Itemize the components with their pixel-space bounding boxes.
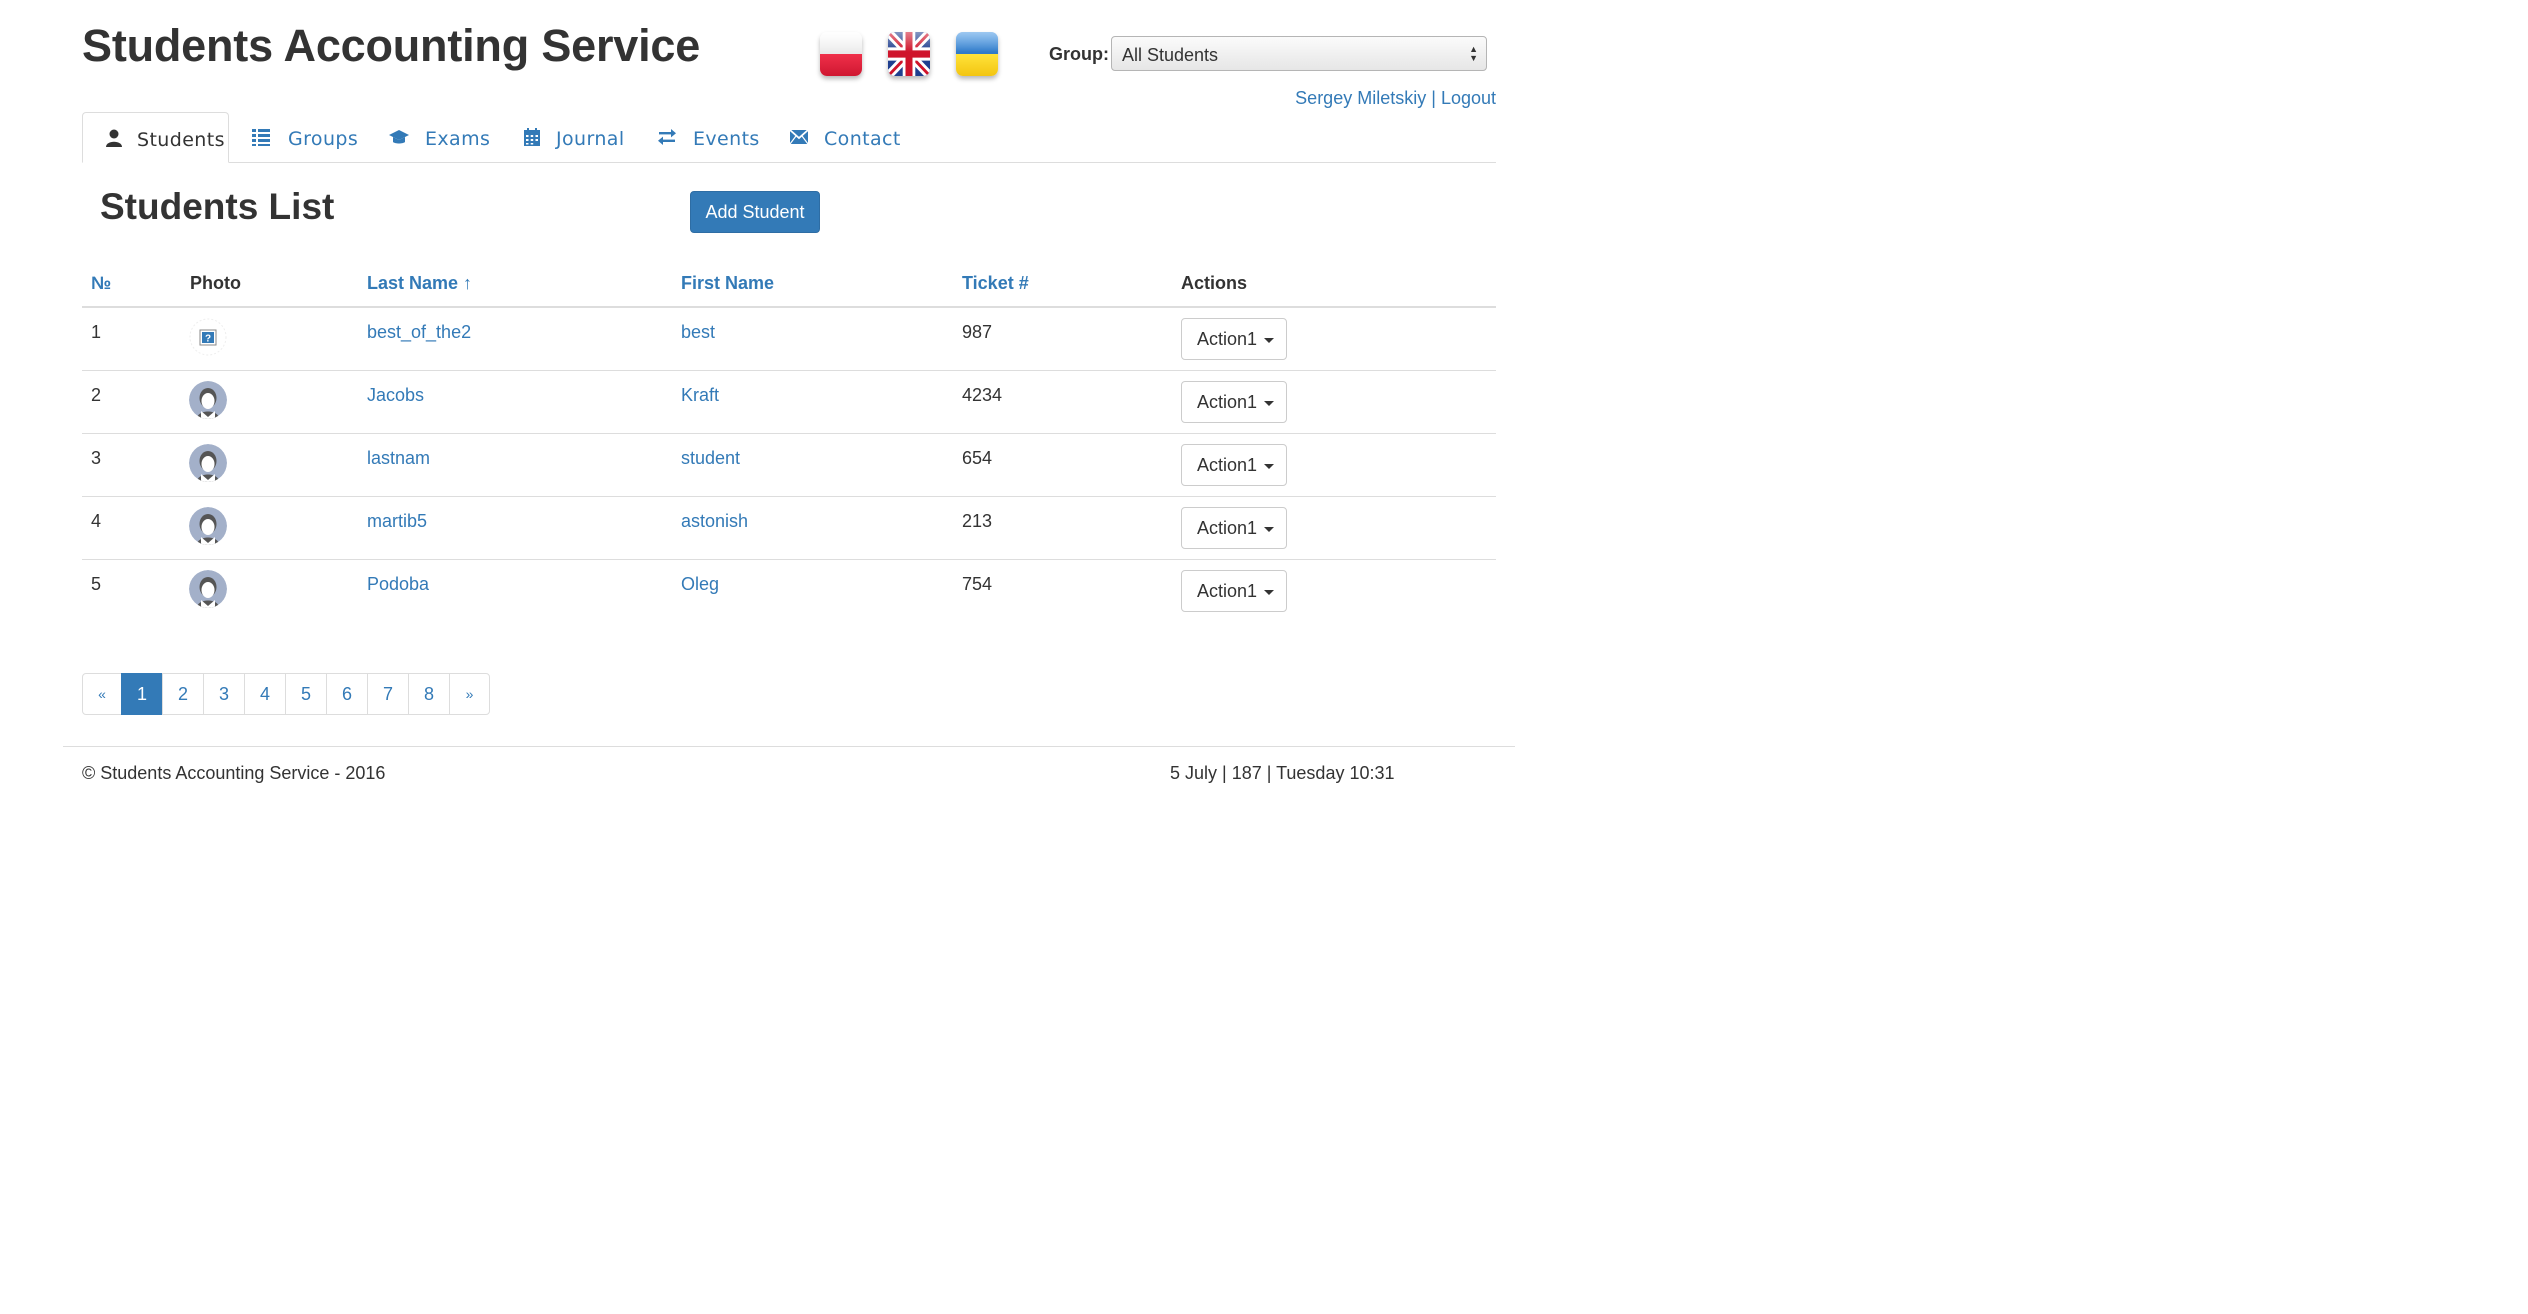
- last-name-link[interactable]: Jacobs: [367, 385, 424, 406]
- action-dropdown-button[interactable]: Action1: [1181, 444, 1287, 486]
- page-button-2[interactable]: 2: [162, 673, 204, 715]
- list-icon: [252, 129, 270, 146]
- column-header-first-name[interactable]: First Name: [681, 273, 774, 294]
- caret-down-icon: [1264, 337, 1275, 343]
- tab-label: Journal: [556, 128, 625, 150]
- transfer-icon: [658, 129, 676, 145]
- group-select[interactable]: All Students ▲ ▼: [1111, 36, 1487, 71]
- first-name-link[interactable]: astonish: [681, 511, 748, 532]
- caret-down-icon: [1264, 589, 1275, 595]
- table-row: 1 ? best_of_the2 best 987 Action1: [82, 308, 1496, 371]
- column-header-actions: Actions: [1181, 273, 1248, 293]
- first-name-link[interactable]: student: [681, 448, 740, 469]
- page-title: Students List: [100, 186, 335, 227]
- caret-down-icon: [1264, 400, 1275, 406]
- action-dropdown-button[interactable]: Action1: [1181, 570, 1287, 612]
- ticket-number: 754: [962, 574, 993, 594]
- first-name-link[interactable]: Kraft: [681, 385, 719, 406]
- user-icon: [106, 129, 122, 147]
- flag-uk-icon[interactable]: [888, 32, 930, 76]
- app-title: Students Accounting Service: [82, 20, 701, 71]
- row-number: 1: [91, 322, 102, 342]
- select-arrows-icon: ▲ ▼: [1469, 44, 1478, 63]
- tab-label: Events: [693, 128, 760, 150]
- row-number: 4: [91, 511, 102, 531]
- action-dropdown-button[interactable]: Action1: [1181, 318, 1287, 360]
- action-label: Action1: [1197, 329, 1258, 349]
- ticket-number: 213: [962, 511, 993, 531]
- table-row: 2 Jacobs Kraft 4234 Action1: [82, 371, 1496, 434]
- footer-divider: [63, 746, 1515, 747]
- default-avatar-icon[interactable]: [189, 444, 227, 482]
- tab-label: Students: [137, 129, 225, 151]
- table-row: 4 martib5 astonish 213 Action1: [82, 497, 1496, 560]
- page-next-button[interactable]: »: [449, 673, 490, 715]
- action-label: Action1: [1197, 392, 1258, 412]
- tab-label: Exams: [425, 128, 491, 150]
- tab-events[interactable]: Events: [642, 112, 762, 162]
- tab-exams[interactable]: Exams: [372, 112, 497, 162]
- last-name-link[interactable]: best_of_the2: [367, 322, 471, 343]
- first-name-link[interactable]: best: [681, 322, 715, 343]
- action-label: Action1: [1197, 455, 1258, 475]
- page-button-7[interactable]: 7: [367, 673, 409, 715]
- footer-copyright: © Students Accounting Service - 2016: [82, 763, 386, 783]
- placeholder-image-icon[interactable]: ?: [189, 318, 227, 356]
- footer-datetime: 5 July | 187 | Tuesday 10:31: [1170, 763, 1395, 783]
- default-avatar-icon[interactable]: [189, 570, 227, 608]
- pagination: « 1 2 3 4 5 6 7 8 »: [82, 673, 490, 715]
- flag-ukraine-icon[interactable]: [956, 32, 998, 76]
- tab-groups[interactable]: Groups: [232, 112, 362, 162]
- caret-down-icon: [1264, 463, 1275, 469]
- ticket-number: 987: [962, 322, 993, 342]
- tab-label: Groups: [288, 128, 359, 150]
- action-dropdown-button[interactable]: Action1: [1181, 507, 1287, 549]
- page-button-5[interactable]: 5: [285, 673, 327, 715]
- graduation-cap-icon: [389, 130, 409, 144]
- table-row: 3 lastnam student 654 Action1: [82, 434, 1496, 497]
- caret-down-icon: [1264, 526, 1275, 532]
- svg-text:?: ?: [205, 334, 211, 345]
- first-name-link[interactable]: Oleg: [681, 574, 719, 595]
- page-prev-button[interactable]: «: [82, 673, 122, 715]
- calendar-icon: [524, 128, 540, 146]
- page-button-8[interactable]: 8: [408, 673, 450, 715]
- user-links-separator: |: [1431, 88, 1436, 108]
- tab-label: Contact: [824, 128, 901, 150]
- last-name-link[interactable]: martib5: [367, 511, 427, 532]
- ticket-number: 654: [962, 448, 993, 468]
- ticket-number: 4234: [962, 385, 1003, 405]
- envelope-icon: [789, 129, 809, 145]
- table-row: 5 Podoba Oleg 754 Action1: [82, 560, 1496, 623]
- user-links: Sergey Miletskiy | Logout: [1295, 88, 1496, 109]
- column-header-number[interactable]: №: [91, 273, 111, 294]
- row-number: 5: [91, 574, 102, 594]
- row-number: 3: [91, 448, 102, 468]
- action-label: Action1: [1197, 518, 1258, 538]
- row-number: 2: [91, 385, 102, 405]
- page-button-1[interactable]: 1: [121, 673, 163, 715]
- nav-tabs: Students Groups Exams Journal Events Con…: [82, 112, 1496, 163]
- last-name-link[interactable]: lastnam: [367, 448, 430, 469]
- last-name-link[interactable]: Podoba: [367, 574, 429, 595]
- column-header-photo: Photo: [190, 273, 241, 293]
- group-select-value: All Students: [1122, 45, 1219, 65]
- page-button-6[interactable]: 6: [326, 673, 368, 715]
- add-student-button[interactable]: Add Student: [690, 191, 820, 233]
- tab-contact[interactable]: Contact: [772, 112, 902, 162]
- tab-journal[interactable]: Journal: [507, 112, 637, 162]
- user-name-link[interactable]: Sergey Miletskiy: [1295, 88, 1426, 108]
- action-label: Action1: [1197, 581, 1258, 601]
- column-header-last-name[interactable]: Last Name ↑: [367, 273, 472, 294]
- group-label: Group:: [1049, 44, 1109, 64]
- flag-poland-icon[interactable]: [820, 32, 862, 76]
- column-header-ticket[interactable]: Ticket #: [962, 273, 1029, 294]
- default-avatar-icon[interactable]: [189, 507, 227, 545]
- page-button-4[interactable]: 4: [244, 673, 286, 715]
- logout-link[interactable]: Logout: [1441, 88, 1496, 108]
- default-avatar-icon[interactable]: [189, 381, 227, 419]
- tab-students[interactable]: Students: [82, 112, 229, 163]
- action-dropdown-button[interactable]: Action1: [1181, 381, 1287, 423]
- page-button-3[interactable]: 3: [203, 673, 245, 715]
